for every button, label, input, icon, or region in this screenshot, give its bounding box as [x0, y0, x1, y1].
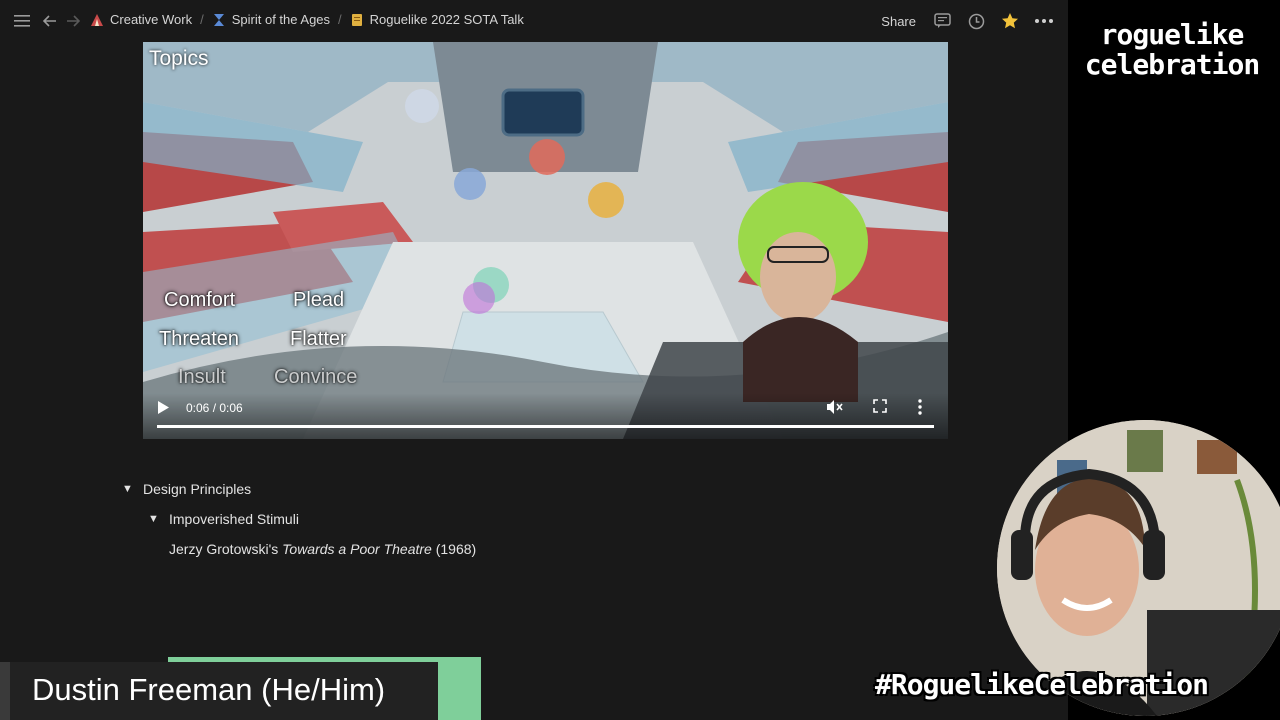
video-controls: 0:06 / 0:06 — [143, 393, 948, 439]
breadcrumb-label: Spirit of the Ages — [231, 12, 331, 27]
quote-prefix: Jerzy Grotowski's — [169, 541, 283, 557]
forward-arrow-icon[interactable] — [61, 9, 85, 33]
video-frame-illustration — [143, 42, 948, 439]
option-threaten: Threaten — [159, 328, 240, 350]
toggle-triangle-icon[interactable]: ▼ — [122, 483, 134, 495]
play-icon[interactable] — [157, 401, 173, 417]
top-bar: Creative Work / Spirit of the Ages / Rog… — [0, 0, 1068, 42]
quote-suffix: (1968) — [431, 541, 477, 557]
toggle-impoverished-stimuli[interactable]: ▼ Impoverished Stimuli — [148, 511, 299, 527]
option-plead: Plead — [293, 289, 345, 311]
lower-third-accent-block — [438, 657, 481, 720]
breadcrumb-label: Creative Work — [110, 12, 193, 27]
video-progress-fill — [157, 425, 934, 428]
option-flatter: Flatter — [290, 328, 347, 350]
video-time: 0:06 / 0:06 — [186, 401, 243, 415]
fullscreen-icon[interactable] — [873, 399, 887, 418]
mute-icon[interactable] — [826, 399, 844, 420]
notion-app: Creative Work / Spirit of the Ages / Rog… — [0, 0, 1068, 720]
star-icon[interactable] — [998, 9, 1022, 33]
video-player[interactable]: Topics Comfort Plead Threaten Flatter In… — [143, 42, 948, 439]
comment-icon[interactable] — [930, 9, 954, 33]
menu-icon[interactable] — [10, 9, 34, 33]
clock-icon[interactable] — [964, 9, 988, 33]
speaker-name: Dustin Freeman (He/Him) — [32, 672, 386, 707]
hourglass-icon — [212, 13, 226, 27]
roguelike-celebration-logo: roguelike celebration — [1072, 20, 1272, 80]
breadcrumb-sota-talk[interactable]: Roguelike 2022 SOTA Talk — [350, 12, 524, 27]
tent-icon — [90, 13, 104, 27]
breadcrumb: Creative Work / Spirit of the Ages / Rog… — [90, 12, 524, 27]
video-more-icon[interactable] — [918, 399, 922, 420]
logo-line-2: celebration — [1084, 48, 1260, 81]
breadcrumb-separator: / — [200, 12, 204, 27]
toggle-label: Impoverished Stimuli — [169, 511, 299, 527]
quote-text-block: Jerzy Grotowski's Towards a Poor Theatre… — [169, 541, 476, 557]
option-convince: Convince — [274, 366, 358, 388]
toggle-label: Design Principles — [143, 481, 252, 497]
scroll-icon — [350, 13, 364, 27]
quote-title: Towards a Poor Theatre — [282, 541, 432, 557]
breadcrumb-separator: / — [338, 12, 342, 27]
video-progress-bar[interactable] — [157, 425, 934, 428]
breadcrumb-spirit-of-the-ages[interactable]: Spirit of the Ages — [212, 12, 330, 27]
topbar-actions: Share — [881, 9, 1056, 33]
toggle-triangle-icon[interactable]: ▼ — [148, 513, 160, 525]
hashtag-overlay: #RoguelikeCelebration — [875, 668, 1209, 701]
more-icon[interactable] — [1032, 9, 1056, 33]
topics-label: Topics — [149, 47, 209, 70]
toggle-design-principles[interactable]: ▼ Design Principles — [122, 481, 251, 497]
back-arrow-icon[interactable] — [38, 9, 62, 33]
option-insult: Insult — [178, 366, 226, 388]
breadcrumb-label: Roguelike 2022 SOTA Talk — [369, 12, 524, 27]
option-comfort: Comfort — [164, 289, 236, 311]
breadcrumb-creative-work[interactable]: Creative Work — [90, 12, 192, 27]
logo-line-1: roguelike — [1100, 18, 1245, 51]
share-button[interactable]: Share — [881, 14, 916, 29]
